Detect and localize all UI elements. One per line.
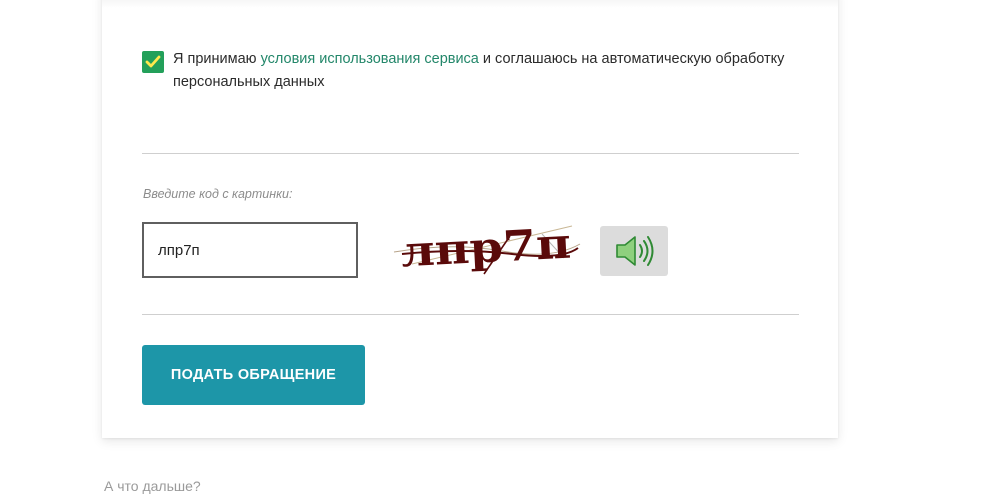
captcha-image: лпр7п [393, 219, 581, 277]
divider-top [142, 153, 799, 154]
card-top-edge [102, 0, 838, 8]
consent-text: Я принимаю условия использования сервиса… [173, 48, 793, 94]
checkmark-icon [145, 55, 161, 68]
speaker-icon [616, 236, 654, 266]
consent-text-before: Я принимаю [173, 51, 261, 67]
consent-checkbox[interactable] [142, 51, 164, 73]
captcha-input[interactable] [142, 222, 358, 278]
appeal-form-card: Я принимаю условия использования сервиса… [102, 0, 838, 438]
captcha-image-text: лпр7п [400, 219, 572, 277]
next-steps-heading: А что дальше? [104, 478, 201, 494]
terms-link[interactable]: условия использования сервиса [261, 51, 479, 67]
submit-appeal-button[interactable]: ПОДАТЬ ОБРАЩЕНИЕ [142, 345, 365, 405]
captcha-label: Введите код с картинки: [143, 187, 293, 201]
divider-bottom [142, 314, 799, 315]
audio-captcha-button[interactable] [600, 226, 668, 276]
